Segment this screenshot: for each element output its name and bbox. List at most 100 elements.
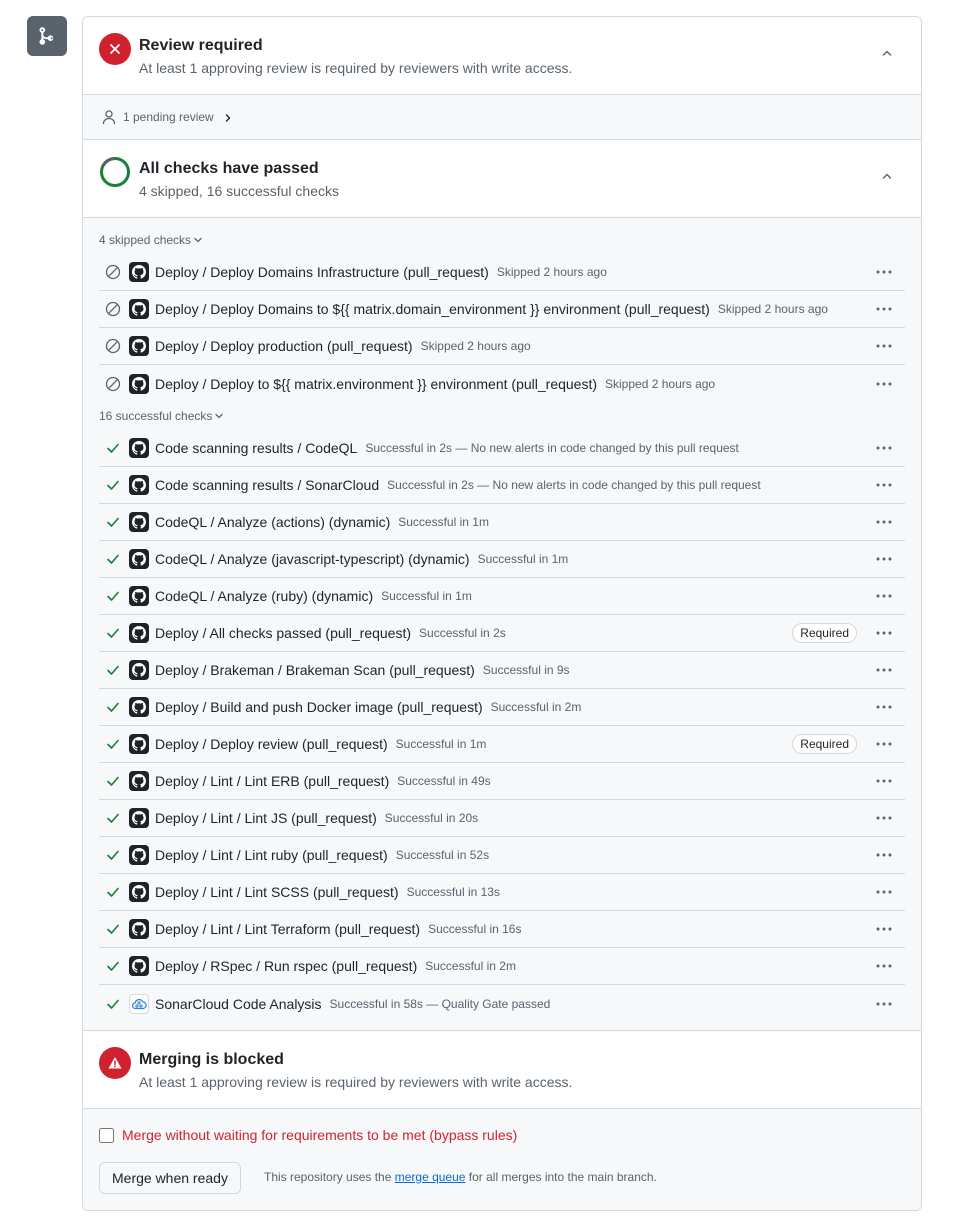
kebab-horizontal-icon[interactable] [873, 622, 895, 644]
pending-review-link[interactable]: 1 pending review [101, 109, 234, 125]
checks-summary-section: All checks have passed 4 skipped, 16 suc… [83, 140, 921, 218]
chevron-up-icon[interactable] [875, 164, 899, 188]
check-status-text: Successful in 1m [477, 552, 569, 566]
kebab-horizontal-icon[interactable] [873, 993, 895, 1015]
kebab-horizontal-icon[interactable] [873, 770, 895, 792]
check-row: CodeQL / Analyze (javascript-typescript)… [99, 541, 905, 578]
merge-actions: Merge without waiting for requirements t… [83, 1109, 921, 1210]
checks-subtitle: 4 skipped, 16 successful checks [139, 183, 339, 199]
github-icon [129, 475, 149, 495]
github-icon [129, 623, 149, 643]
check-icon [99, 551, 127, 567]
github-icon [129, 512, 149, 532]
check-name[interactable]: Deploy / Deploy review (pull_request) [155, 736, 388, 752]
check-row: CodeQL / Analyze (ruby) (dynamic) Success… [99, 578, 905, 615]
check-status-text: Successful in 20s [384, 811, 479, 825]
skip-icon [99, 264, 127, 280]
github-icon [129, 336, 149, 356]
kebab-horizontal-icon[interactable] [873, 261, 895, 283]
kebab-horizontal-icon[interactable] [873, 511, 895, 533]
check-name[interactable]: Deploy / Deploy Domains Infrastructure (… [155, 264, 489, 280]
check-name[interactable]: Deploy / Lint / Lint Terraform (pull_req… [155, 921, 420, 937]
check-name[interactable]: Deploy / Lint / Lint SCSS (pull_request) [155, 884, 399, 900]
kebab-horizontal-icon[interactable] [873, 548, 895, 570]
kebab-horizontal-icon[interactable] [873, 881, 895, 903]
check-icon [99, 884, 127, 900]
check-name[interactable]: SonarCloud Code Analysis [155, 996, 322, 1012]
kebab-horizontal-icon[interactable] [873, 807, 895, 829]
review-title: Review required [139, 37, 263, 54]
check-icon [99, 810, 127, 826]
chevron-down-icon [194, 237, 202, 243]
check-row: Deploy / Lint / Lint ruby (pull_request)… [99, 837, 905, 874]
chevron-down-icon [215, 413, 224, 419]
git-merge-icon [27, 16, 67, 56]
check-name[interactable]: CodeQL / Analyze (ruby) (dynamic) [155, 588, 373, 604]
kebab-horizontal-icon[interactable] [873, 474, 895, 496]
check-row: Deploy / RSpec / Run rspec (pull_request… [99, 948, 905, 985]
review-required-section: Review required At least 1 approving rev… [83, 17, 921, 95]
skip-icon [99, 376, 127, 392]
bypass-rules-option[interactable]: Merge without waiting for requirements t… [99, 1127, 517, 1143]
check-name[interactable]: Deploy / RSpec / Run rspec (pull_request… [155, 958, 417, 974]
github-icon [129, 771, 149, 791]
check-icon [99, 847, 127, 863]
check-row: Code scanning results / SonarCloud Succes… [99, 467, 905, 504]
checks-title: All checks have passed [139, 160, 319, 177]
check-name[interactable]: Code scanning results / SonarCloud [155, 477, 379, 493]
check-name[interactable]: Deploy / Deploy to ${{ matrix.environmen… [155, 376, 597, 392]
check-status-text: Skipped 2 hours ago [420, 339, 531, 353]
check-icon [99, 736, 127, 752]
bypass-rules-checkbox[interactable] [99, 1127, 114, 1143]
skip-icon [99, 338, 127, 354]
kebab-horizontal-icon[interactable] [873, 955, 895, 977]
github-icon [129, 299, 149, 319]
kebab-horizontal-icon[interactable] [873, 844, 895, 866]
check-status-text: Successful in 2m [425, 959, 516, 973]
blocked-title: Merging is blocked [139, 1051, 284, 1068]
kebab-horizontal-icon[interactable] [873, 585, 895, 607]
check-name[interactable]: CodeQL / Analyze (actions) (dynamic) [155, 514, 390, 530]
skipped-checks-toggle[interactable]: 4 skipped checks [99, 233, 203, 247]
checks-progress-ring-icon [99, 156, 131, 188]
check-name[interactable]: Deploy / Deploy Domains to ${{ matrix.do… [155, 301, 710, 317]
github-icon [129, 734, 149, 754]
check-name[interactable]: Deploy / Lint / Lint JS (pull_request) [155, 810, 377, 826]
github-icon [129, 438, 149, 458]
kebab-horizontal-icon[interactable] [873, 437, 895, 459]
check-status-text: Successful in 1m [381, 589, 472, 603]
chevron-up-icon[interactable] [875, 41, 899, 65]
check-name[interactable]: Deploy / Brakeman / Brakeman Scan (pull_… [155, 662, 475, 678]
check-status-text: Successful in 58s — Quality Gate passed [329, 996, 551, 1011]
check-name[interactable]: Deploy / Build and push Docker image (pu… [155, 699, 483, 715]
merge-queue-link[interactable]: merge queue [395, 1170, 466, 1184]
check-name[interactable]: CodeQL / Analyze (javascript-typescript)… [155, 551, 470, 567]
check-row: Deploy / All checks passed (pull_request… [99, 615, 905, 652]
check-name[interactable]: Deploy / Lint / Lint ruby (pull_request) [155, 847, 388, 863]
kebab-horizontal-icon[interactable] [873, 918, 895, 940]
merge-when-ready-button[interactable]: Merge when ready [99, 1162, 241, 1194]
check-name[interactable]: Deploy / All checks passed (pull_request… [155, 625, 411, 641]
alert-icon [99, 1047, 131, 1079]
kebab-horizontal-icon[interactable] [873, 373, 895, 395]
kebab-horizontal-icon[interactable] [873, 335, 895, 357]
check-row: Deploy / Deploy review (pull_request) Suc… [99, 726, 905, 763]
kebab-horizontal-icon[interactable] [873, 733, 895, 755]
kebab-horizontal-icon[interactable] [873, 659, 895, 681]
check-row: Deploy / Lint / Lint Terraform (pull_req… [99, 911, 905, 948]
kebab-horizontal-icon[interactable] [873, 298, 895, 320]
successful-checks-toggle[interactable]: 16 successful checks [99, 409, 224, 423]
check-icon [99, 773, 127, 789]
check-status-text: Skipped 2 hours ago [605, 376, 716, 391]
skipped-checks-label: 4 skipped checks [99, 233, 192, 247]
kebab-horizontal-icon[interactable] [873, 696, 895, 718]
bypass-rules-label[interactable]: Merge without waiting for requirements t… [122, 1127, 517, 1143]
check-status-text: Successful in 2s [419, 626, 506, 640]
check-name[interactable]: Deploy / Deploy production (pull_request… [155, 338, 413, 354]
check-status-text: Successful in 1m [398, 515, 489, 529]
check-name[interactable]: Code scanning results / CodeQL [155, 440, 357, 456]
chevron-right-icon [225, 114, 230, 122]
check-icon [99, 588, 127, 604]
github-icon [129, 697, 149, 717]
check-name[interactable]: Deploy / Lint / Lint ERB (pull_request) [155, 773, 389, 789]
